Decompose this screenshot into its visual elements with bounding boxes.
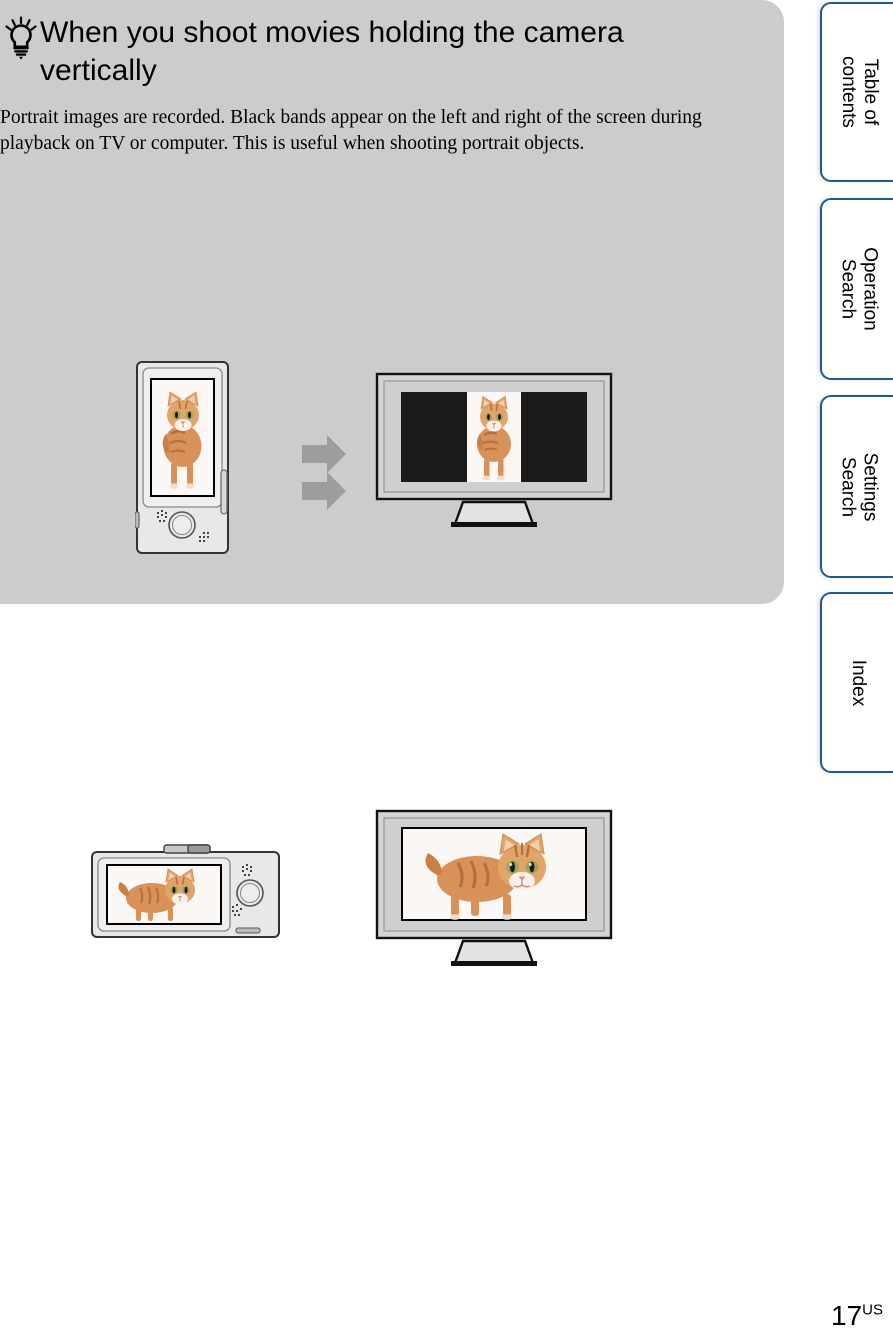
camera-held-horizontally <box>91 844 280 938</box>
tip-panel: When you shoot movies holding the camera… <box>0 0 784 966</box>
camera-screen-landscape <box>108 866 220 923</box>
sidebar-tab-label: Operation Search <box>837 247 881 331</box>
page-number-value: 17 <box>831 1300 863 1331</box>
sidebar-tab-operation-search[interactable]: Operation Search <box>820 198 893 380</box>
sidebar-tab-settings-search[interactable]: Settings Search <box>820 395 893 578</box>
figure-horizontal-shooting <box>0 400 784 966</box>
side-tab-navigation: Table of contents Operation Search Setti… <box>820 0 893 780</box>
arrow-right-icon <box>302 472 346 510</box>
sidebar-tab-table-of-contents[interactable]: Table of contents <box>820 2 893 182</box>
tip-heading: When you shoot movies holding the camera… <box>4 14 704 90</box>
tip-body-text: Portrait images are recorded. Black band… <box>0 107 702 154</box>
sidebar-tab-label: Settings Search <box>837 452 881 521</box>
lightbulb-tip-icon <box>5 16 37 60</box>
sidebar-tab-label: Index <box>848 659 870 706</box>
sidebar-tab-index[interactable]: Index <box>820 592 893 773</box>
figure-vertical-shooting <box>0 178 784 554</box>
page-number: 17US <box>831 1300 883 1332</box>
sidebar-tab-label: Table of contents <box>837 56 881 128</box>
tv-display-fullscreen <box>375 809 613 966</box>
tv-screen-landscape-image <box>403 829 585 920</box>
page-number-region: US <box>862 1301 883 1319</box>
tip-heading-text: When you shoot movies holding the camera… <box>40 16 624 87</box>
